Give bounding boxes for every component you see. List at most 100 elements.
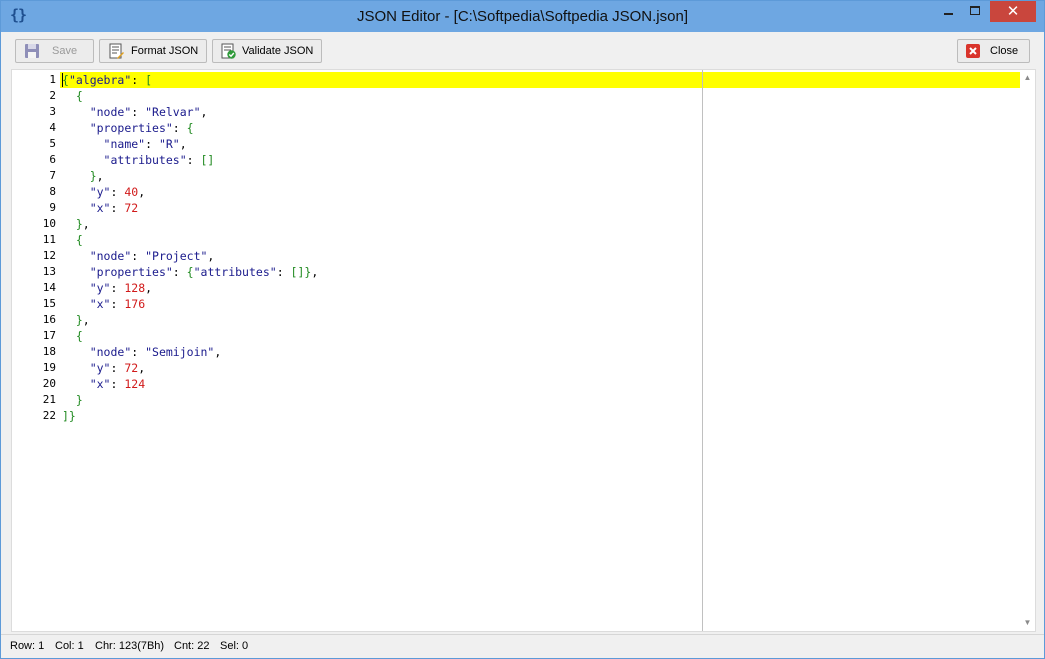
code-token: }: [75, 393, 83, 407]
line-number: 13: [42, 265, 56, 278]
code-token: "node": [89, 345, 132, 359]
current-line-highlight: [60, 72, 1020, 88]
close-red-icon: [966, 44, 980, 58]
code-area[interactable]: {"algebra": [ { "node": "Relvar", "prope…: [60, 70, 1020, 631]
right-margin-line: [702, 70, 703, 631]
code-token: :: [131, 73, 146, 87]
code-token: "x": [89, 201, 111, 215]
code-token: ,: [138, 361, 146, 375]
code-line[interactable]: "x": 72: [62, 200, 139, 216]
code-token: "y": [89, 185, 111, 199]
maximize-icon: [970, 6, 980, 15]
code-token: "attributes": [193, 265, 277, 279]
line-number: 6: [49, 153, 56, 166]
code-token: "Project": [145, 249, 208, 263]
scroll-up-icon[interactable]: ▲: [1022, 73, 1033, 83]
code-token: :: [172, 121, 187, 135]
line-number: 19: [42, 361, 56, 374]
title-bar[interactable]: {} JSON Editor - [C:\Softpedia\Softpedia…: [1, 1, 1044, 32]
code-line[interactable]: {: [62, 88, 83, 104]
code-token: "x": [89, 297, 111, 311]
code-token: {: [186, 121, 194, 135]
line-number: 2: [49, 89, 56, 102]
editor-window: {} JSON Editor - [C:\Softpedia\Softpedia…: [0, 0, 1045, 659]
code-line[interactable]: },: [62, 312, 90, 328]
line-number: 3: [49, 105, 56, 118]
code-token: "attributes": [103, 153, 187, 167]
code-line[interactable]: "name": "R",: [62, 136, 187, 152]
line-number: 21: [42, 393, 56, 406]
line-number: 15: [42, 297, 56, 310]
code-token: :: [172, 265, 187, 279]
code-token: "Semijoin": [145, 345, 215, 359]
code-token: :: [110, 281, 125, 295]
code-token: ,: [82, 313, 90, 327]
code-line[interactable]: {"algebra": [: [62, 72, 152, 88]
code-line[interactable]: "node": "Semijoin",: [62, 344, 222, 360]
code-token: 128: [124, 281, 146, 295]
format-json-button[interactable]: Format JSON: [99, 39, 207, 63]
code-token: ]}: [62, 409, 76, 423]
format-json-label: Format JSON: [131, 45, 199, 57]
status-sel: Sel: 0: [220, 640, 249, 652]
code-token: "name": [103, 137, 146, 151]
code-token: "R": [158, 137, 180, 151]
status-col: Col: 1: [55, 640, 84, 652]
status-cnt: Cnt: 22: [174, 640, 210, 652]
code-token: :: [110, 201, 125, 215]
code-line[interactable]: "y": 128,: [62, 280, 152, 296]
minimize-button[interactable]: [935, 1, 961, 22]
maximize-button[interactable]: [962, 1, 989, 22]
code-token: {: [75, 329, 83, 343]
code-line[interactable]: }: [62, 392, 83, 408]
code-line[interactable]: },: [62, 216, 90, 232]
status-chr: Chr: 123(7Bh): [95, 640, 165, 652]
validate-json-button[interactable]: Validate JSON: [212, 39, 322, 63]
line-number: 22: [42, 409, 56, 422]
code-line[interactable]: ]}: [62, 408, 76, 424]
scroll-down-icon[interactable]: ▼: [1022, 618, 1033, 628]
line-number: 18: [42, 345, 56, 358]
vertical-scrollbar[interactable]: ▲ ▼: [1020, 70, 1035, 631]
code-line[interactable]: "y": 40,: [62, 184, 145, 200]
code-line[interactable]: "properties": {: [62, 120, 194, 136]
json-editor[interactable]: 1 2 3 4 5 6 7 8 9 10 11 12 13 14 15 16 17 18 19 20 21 22 {"al…: [11, 69, 1036, 632]
format-document-icon: [109, 43, 124, 59]
close-button[interactable]: Close: [957, 39, 1030, 63]
line-number: 17: [42, 329, 56, 342]
code-token: "Relvar": [145, 105, 201, 119]
code-token: :: [186, 153, 201, 167]
code-line[interactable]: "x": 176: [62, 296, 145, 312]
code-token: :: [131, 249, 146, 263]
code-line[interactable]: "x": 124: [62, 376, 145, 392]
code-token: 72: [124, 361, 139, 375]
code-line[interactable]: {: [62, 232, 83, 248]
code-token: :: [276, 265, 291, 279]
code-line[interactable]: "attributes": []: [62, 152, 215, 168]
code-token: :: [110, 297, 125, 311]
line-number: 20: [42, 377, 56, 390]
code-token: }: [89, 169, 97, 183]
line-number: 4: [49, 121, 56, 134]
code-line[interactable]: "y": 72,: [62, 360, 145, 376]
toolbar: Save Format JSON Validate JSON Close: [1, 32, 1044, 69]
code-token: :: [110, 361, 125, 375]
code-token: ,: [214, 345, 222, 359]
save-button[interactable]: Save: [15, 39, 94, 63]
window-close-button[interactable]: ✕: [990, 1, 1036, 22]
close-label: Close: [990, 45, 1019, 57]
code-line[interactable]: },: [62, 168, 104, 184]
code-line[interactable]: "node": "Project",: [62, 248, 215, 264]
code-line[interactable]: {: [62, 328, 83, 344]
code-line[interactable]: "properties": {"attributes": []},: [62, 264, 319, 280]
code-line[interactable]: "node": "Relvar",: [62, 104, 208, 120]
line-number: 5: [49, 137, 56, 150]
